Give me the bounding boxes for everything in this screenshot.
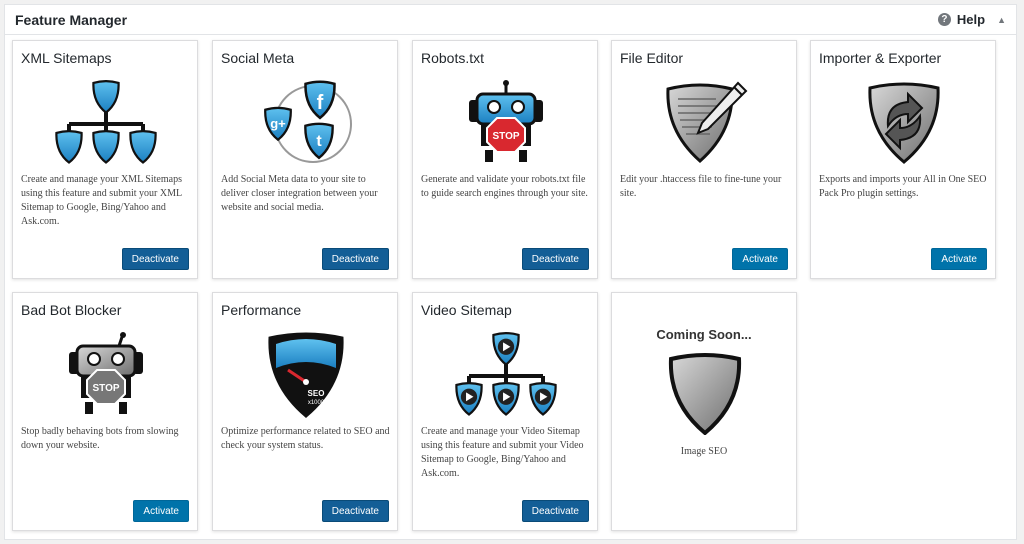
feature-card-title: Social Meta — [221, 50, 295, 66]
shield-icon — [665, 351, 745, 440]
panel-title: Feature Manager — [15, 11, 128, 28]
feature-card-description: Create and manage your XML Sitemaps usin… — [21, 174, 182, 227]
feature-card-description: Create and manage your Video Sitemap usi… — [421, 426, 584, 479]
file-editor-icon — [612, 77, 798, 167]
feature-card-title: XML Sitemaps — [21, 50, 112, 66]
feature-card-importer-exporter: Importer & Exporter Exports and imports … — [810, 40, 996, 279]
robot-icon: STOP — [413, 77, 599, 167]
feature-card-description: Add Social Meta data to your site to del… — [221, 174, 378, 213]
help-icon[interactable]: ? — [937, 13, 951, 26]
svg-text:f: f — [317, 92, 324, 114]
feature-card-description: Generate and validate your robots.txt fi… — [421, 174, 588, 199]
svg-text:t: t — [316, 133, 322, 150]
feature-card-performance: Performance SEO x1000 Optimize performan… — [212, 292, 398, 531]
gauge-multiplier-text: x1000 — [308, 400, 325, 406]
sitemap-icon — [13, 77, 199, 167]
feature-card-social-meta: Social Meta f g+ t Add Social Meta data … — [212, 40, 398, 279]
social-meta-icon: f g+ t — [213, 77, 399, 167]
coming-soon-title: Coming Soon... — [656, 327, 752, 342]
feature-card-title: Video Sitemap — [421, 302, 512, 318]
feature-card-title: Robots.txt — [421, 50, 485, 66]
deactivate-button[interactable]: Deactivate — [121, 248, 189, 270]
activate-button[interactable]: Activate — [732, 248, 788, 270]
feature-card-file-editor: File Editor Edit your .htaccess file to … — [611, 40, 797, 279]
robot-stop-text: STOP — [492, 131, 519, 142]
svg-text:g+: g+ — [270, 116, 286, 131]
deactivate-button[interactable]: Deactivate — [321, 500, 389, 522]
deactivate-button[interactable]: Deactivate — [321, 248, 389, 270]
video-sitemap-icon — [413, 329, 599, 419]
feature-card-video-sitemap: Video Sitemap Create and manage your Vid… — [412, 292, 598, 531]
feature-card-xml-sitemaps: XML Sitemaps Create and manage your XML … — [12, 40, 198, 279]
feature-card-title: Importer & Exporter — [819, 50, 942, 66]
feature-card-description: Optimize performance related to SEO and … — [221, 426, 390, 451]
feature-card-description: Edit your .htaccess file to fine-tune yo… — [620, 174, 782, 199]
feature-card-title: File Editor — [620, 50, 684, 66]
deactivate-button[interactable]: Deactivate — [521, 248, 589, 270]
feature-card-description: Stop badly behaving bots from slowing do… — [21, 426, 179, 451]
feature-card-coming-soon: Coming Soon... Image SEO — [611, 292, 797, 531]
help-link[interactable]: Help — [957, 12, 985, 27]
performance-gauge-icon: SEO x1000 — [213, 329, 399, 419]
feature-card-title: Performance — [221, 302, 302, 318]
feature-card-robots-txt: Robots.txt STOP Generate and validate yo… — [412, 40, 598, 279]
bad-bot-stop-text: STOP — [92, 383, 119, 394]
bad-bot-icon: STOP — [13, 329, 199, 419]
feature-card-description: Exports and imports your All in One SEO … — [819, 174, 987, 199]
feature-card-title: Bad Bot Blocker — [21, 302, 122, 318]
collapse-arrow-icon[interactable]: ▲ — [997, 15, 1006, 25]
coming-soon-subtitle: Image SEO — [680, 446, 728, 457]
panel-header-controls: ? Help ▲ — [937, 12, 1006, 27]
activate-button[interactable]: Activate — [931, 248, 987, 270]
gauge-seo-text: SEO — [308, 389, 325, 398]
import-export-icon — [811, 77, 997, 167]
feature-card-bad-bot-blocker: Bad Bot Blocker STOP Stop badly behaving… — [12, 292, 198, 531]
activate-button[interactable]: Activate — [133, 500, 189, 522]
panel-header: Feature Manager ? Help ▲ — [5, 5, 1016, 35]
deactivate-button[interactable]: Deactivate — [521, 500, 589, 522]
